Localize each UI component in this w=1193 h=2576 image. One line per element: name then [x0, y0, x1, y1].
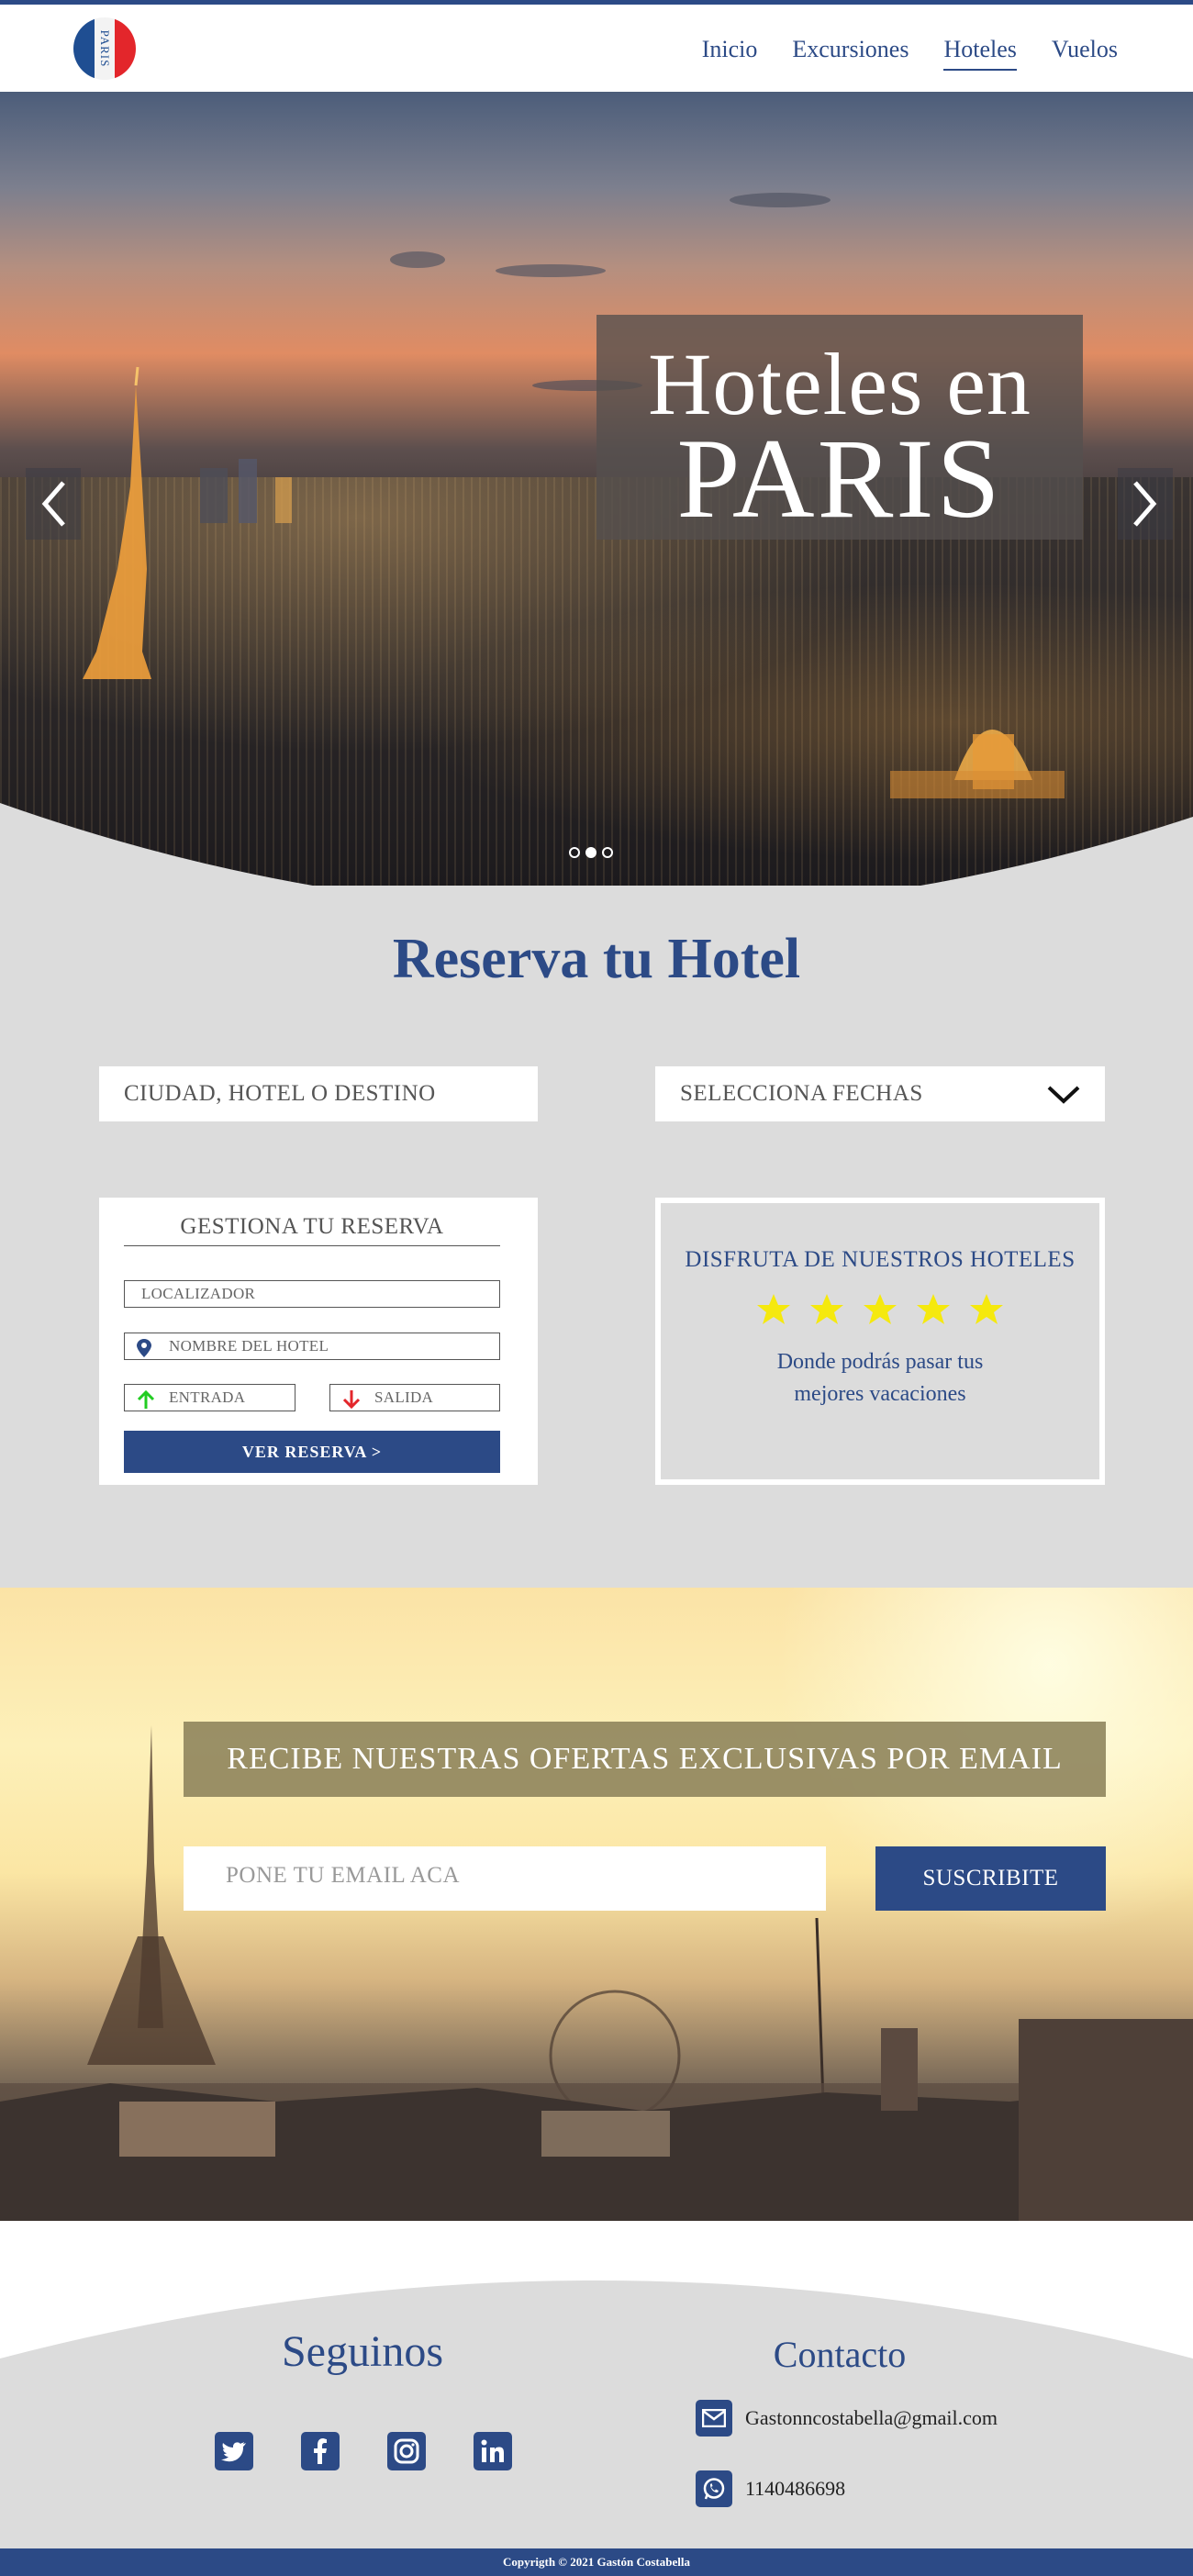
arrow-down-icon	[342, 1390, 361, 1410]
hero-caption: Hoteles en PARIS	[596, 315, 1083, 540]
chevron-down-icon	[1047, 1086, 1080, 1104]
envelope-icon	[696, 2400, 732, 2437]
carousel-indicators	[569, 847, 613, 858]
manage-booking-panel: GESTIONA TU RESERVA LOCALIZADOR NOMBRE D…	[99, 1198, 538, 1485]
paris-logo[interactable]: PARIS	[73, 17, 136, 80]
hero-title-line2: PARIS	[676, 416, 1003, 541]
star-icon	[757, 1294, 790, 1324]
follow-us-title: Seguinos	[281, 2327, 443, 2376]
destination-input[interactable]: CIUDAD, HOTEL O DESTINO	[99, 1066, 538, 1121]
enjoy-hotels-card: DISFRUTA DE NUESTROS HOTELES Donde podrá…	[655, 1198, 1105, 1485]
social-links	[215, 2432, 512, 2470]
carousel-dot-active[interactable]	[585, 847, 596, 858]
dates-select[interactable]: SELECCIONA FECHAS	[655, 1066, 1105, 1121]
hotel-name-field[interactable]: NOMBRE DEL HOTEL	[124, 1333, 500, 1360]
site-footer: Seguinos Contacto Gastonncostabella@gmai…	[0, 2221, 1193, 2548]
booking-title: Reserva tu Hotel	[392, 928, 801, 990]
contact-phone-text: 1140486698	[745, 2477, 846, 2500]
enjoy-text-line1: Donde podrás pasar tus	[776, 1350, 984, 1374]
nav-hoteles[interactable]: Hoteles	[943, 36, 1017, 71]
rating-stars	[661, 1293, 1099, 1326]
contact-email[interactable]: Gastonncostabella@gmail.com	[696, 2400, 998, 2437]
site-header: PARIS Inicio Excursiones Hoteles Vuelos	[0, 5, 1193, 92]
instagram-icon[interactable]	[387, 2432, 426, 2470]
hero-carousel: Hoteles en PARIS	[0, 92, 1193, 886]
star-icon	[917, 1294, 950, 1324]
newsletter-title: RECIBE NUESTRAS OFERTAS EXCLUSIVAS POR E…	[184, 1722, 1106, 1797]
dates-select-label: SELECCIONA FECHAS	[680, 1081, 923, 1106]
star-icon	[970, 1294, 1003, 1324]
subscribe-button[interactable]: SUSCRIBITE	[875, 1846, 1106, 1911]
enjoy-text-line2: mejores vacaciones	[794, 1382, 966, 1406]
checkin-placeholder: ENTRADA	[169, 1388, 246, 1406]
checkout-placeholder: SALIDA	[374, 1388, 434, 1406]
carousel-dot[interactable]	[602, 847, 613, 858]
checkin-field[interactable]: ENTRADA	[124, 1384, 295, 1411]
star-icon	[810, 1294, 843, 1324]
nav-vuelos[interactable]: Vuelos	[1052, 36, 1118, 71]
contact-title: Contacto	[773, 2334, 907, 2375]
manage-booking-title: GESTIONA TU RESERVA	[124, 1214, 500, 1246]
chevron-right-icon	[1133, 481, 1157, 527]
view-booking-button[interactable]: VER RESERVA >	[124, 1431, 500, 1473]
chevron-left-icon	[41, 481, 65, 527]
main-nav: Inicio Excursiones Hoteles Vuelos	[702, 36, 1118, 71]
enjoy-text: Donde podrás pasar tus mejores vacacione…	[661, 1346, 1099, 1411]
newsletter-section: RECIBE NUESTRAS OFERTAS EXCLUSIVAS POR E…	[0, 1588, 1193, 2221]
contact-phone[interactable]: 1140486698	[696, 2470, 845, 2507]
nav-inicio[interactable]: Inicio	[702, 36, 758, 71]
hotel-name-placeholder: NOMBRE DEL HOTEL	[169, 1337, 329, 1355]
whatsapp-icon	[696, 2470, 732, 2507]
carousel-prev-button[interactable]	[26, 468, 81, 540]
carousel-dot[interactable]	[569, 847, 580, 858]
star-icon	[864, 1294, 897, 1324]
logo-text: PARIS	[98, 29, 112, 68]
carousel-next-button[interactable]	[1118, 468, 1173, 540]
linkedin-icon[interactable]	[474, 2432, 512, 2470]
twitter-icon[interactable]	[215, 2432, 253, 2470]
contact-email-text: Gastonncostabella@gmail.com	[745, 2406, 998, 2429]
arrow-up-icon	[137, 1389, 155, 1409]
enjoy-title: DISFRUTA DE NUESTROS HOTELES	[685, 1247, 1076, 1272]
footer-top-curve	[0, 2221, 1193, 2359]
location-pin-icon	[137, 1339, 151, 1357]
facebook-icon[interactable]	[301, 2432, 340, 2470]
newsletter-email-input[interactable]: PONE TU EMAIL ACA	[184, 1846, 826, 1911]
copyright-bar: Copyrigth © 2021 Gastón Costabella	[0, 2548, 1193, 2576]
locator-field[interactable]: LOCALIZADOR	[124, 1280, 500, 1308]
checkout-field[interactable]: SALIDA	[329, 1384, 500, 1411]
nav-excursiones[interactable]: Excursiones	[792, 36, 909, 71]
